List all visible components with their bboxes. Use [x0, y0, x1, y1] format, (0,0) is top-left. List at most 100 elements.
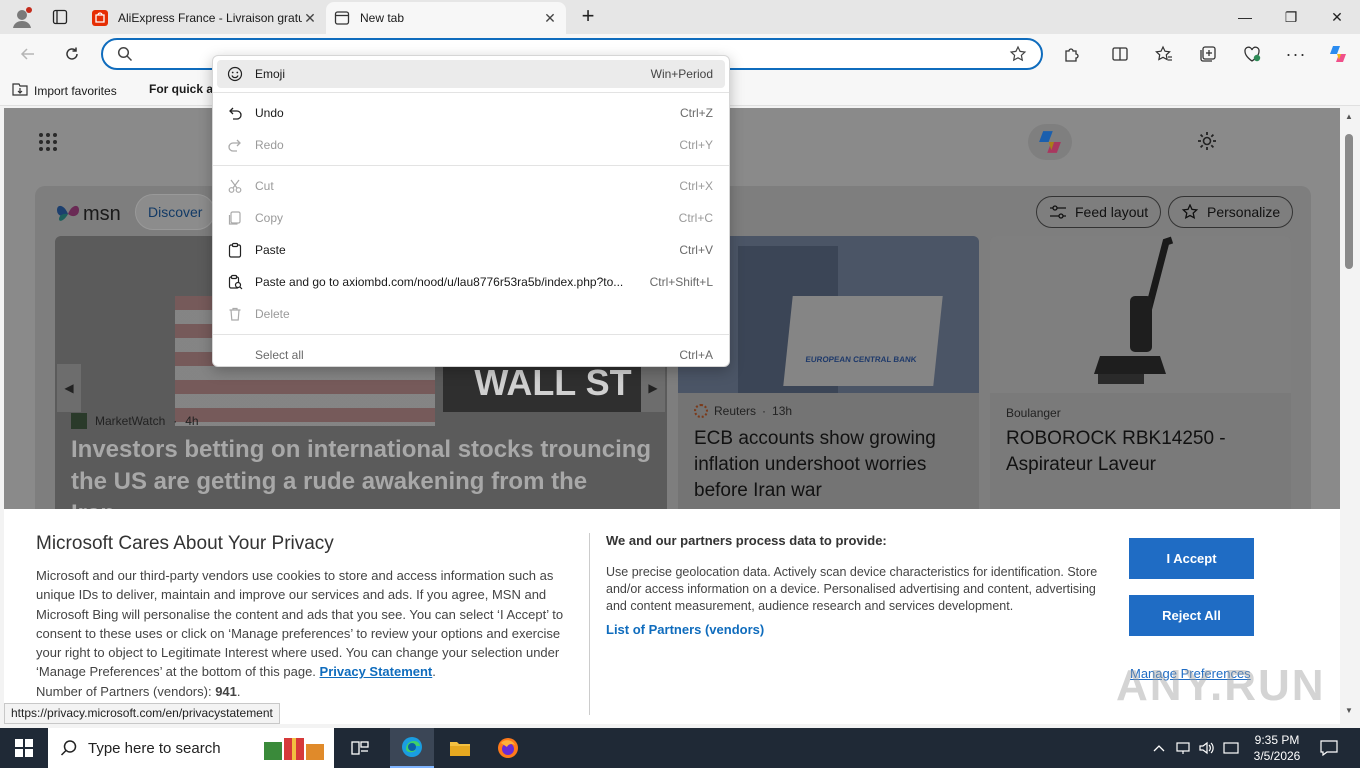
menu-separator	[213, 165, 729, 166]
notifications-icon[interactable]	[1314, 728, 1344, 768]
close-tab-icon[interactable]: ✕	[302, 10, 318, 27]
firefox-icon[interactable]	[488, 728, 528, 768]
menu-item-redo[interactable]: Redo Ctrl+Y	[213, 129, 729, 161]
context-menu: Emoji Win+Period Undo Ctrl+Z Redo Ctrl+Y…	[212, 55, 730, 367]
redo-icon	[227, 137, 243, 153]
menu-separator	[213, 92, 729, 93]
windows-taskbar: Type here to search 9:35 PM 3/5/2026	[0, 728, 1360, 768]
extensions-icon[interactable]	[1058, 40, 1086, 68]
carousel-prev-button[interactable]: ◀	[57, 364, 81, 412]
privacy-body: Microsoft and our third-party vendors us…	[36, 568, 564, 699]
search-highlight-gifts-icon	[262, 734, 328, 762]
carousel-next-button[interactable]: ▶	[641, 364, 665, 412]
page-scrollbar[interactable]: ▲ ▼	[1342, 108, 1356, 720]
tab-aliexpress[interactable]: AliExpress France - Livraison gratu ✕	[84, 2, 326, 34]
scroll-down-icon[interactable]: ▼	[1345, 706, 1353, 715]
vacuum-image	[990, 236, 1291, 393]
scrollbar-thumb[interactable]	[1345, 134, 1353, 269]
story-headline[interactable]: ROBOROCK RBK14250 - Aspirateur Laveur	[1006, 426, 1278, 478]
menu-item-undo[interactable]: Undo Ctrl+Z	[213, 97, 729, 129]
quick-access-hint: For quick ac	[149, 82, 220, 96]
close-window-button[interactable]: ✕	[1314, 0, 1360, 34]
menu-item-copy[interactable]: Copy Ctrl+C	[213, 202, 729, 234]
new-tab-favicon-icon	[334, 10, 350, 26]
show-hidden-icons-icon[interactable]	[1150, 728, 1168, 768]
task-view-icon[interactable]	[340, 728, 380, 768]
new-tab-button[interactable]: +	[578, 5, 598, 27]
menu-item-paste-and-go[interactable]: Paste and go to axiombd.com/nood/u/lau87…	[213, 266, 729, 298]
profile-avatar-icon[interactable]	[10, 6, 34, 30]
discover-tab[interactable]: Discover	[135, 194, 216, 230]
edge-taskbar-icon[interactable]	[390, 728, 434, 768]
tab-title: AliExpress France - Livraison gratu	[118, 11, 302, 25]
privacy-statement-link[interactable]: Privacy Statement	[320, 664, 433, 679]
apps-grid-icon[interactable]	[38, 132, 58, 155]
settings-gear-icon[interactable]	[1196, 130, 1218, 155]
feed-layout-button[interactable]: Feed layout	[1036, 196, 1162, 228]
ecb-sign: EUROPEAN CENTRAL BANK	[783, 296, 943, 386]
minimize-button[interactable]: —	[1222, 0, 1268, 34]
reject-all-button[interactable]: Reject All	[1129, 595, 1254, 636]
reuters-logo-icon	[694, 404, 708, 418]
data-processing-body: Use precise geolocation data. Actively s…	[606, 565, 1098, 638]
privacy-divider	[589, 533, 590, 715]
copy-icon	[227, 210, 243, 226]
personalize-button[interactable]: Personalize	[1168, 196, 1294, 228]
tab-new-tab[interactable]: New tab ✕	[326, 2, 566, 34]
clock[interactable]: 9:35 PM 3/5/2026	[1244, 728, 1310, 768]
tab-title: New tab	[360, 11, 405, 25]
sliders-icon	[1050, 205, 1066, 219]
scroll-up-icon[interactable]: ▲	[1345, 112, 1353, 121]
split-screen-icon[interactable]	[1106, 40, 1134, 68]
copilot-icon[interactable]	[1324, 40, 1352, 68]
back-icon[interactable]	[14, 40, 42, 68]
paste-go-icon	[227, 274, 243, 290]
menu-item-cut[interactable]: Cut Ctrl+X	[213, 170, 729, 202]
story-source: MarketWatch · 4h	[71, 413, 199, 429]
paste-icon	[227, 242, 243, 258]
aliexpress-favicon-icon	[92, 10, 108, 26]
search-icon	[117, 46, 133, 65]
menu-item-emoji[interactable]: Emoji Win+Period	[217, 60, 725, 88]
import-favorites-link[interactable]: Import favorites	[12, 82, 117, 99]
story-card-roborock[interactable]: Boulanger ROBOROCK RBK14250 - Aspirateur…	[990, 236, 1291, 536]
menu-item-delete[interactable]: Delete	[213, 298, 729, 330]
delete-icon	[227, 306, 243, 322]
personalize-icon	[1181, 204, 1199, 220]
cut-icon	[227, 178, 243, 194]
import-icon	[12, 82, 28, 99]
story-source: Reuters · 13h	[694, 404, 792, 418]
network-icon[interactable]	[1174, 728, 1192, 768]
favorites-icon[interactable]	[1150, 40, 1178, 68]
undo-icon	[227, 105, 243, 121]
browser-essentials-icon[interactable]	[1238, 40, 1266, 68]
accept-button[interactable]: I Accept	[1129, 538, 1254, 579]
msn-logo[interactable]: msn	[55, 202, 121, 226]
volume-icon[interactable]	[1198, 728, 1216, 768]
anyrun-watermark: ANY.RUN	[1116, 661, 1326, 710]
story-source: Boulanger	[1006, 406, 1061, 420]
taskbar-search-box[interactable]: Type here to search	[48, 728, 334, 768]
language-icon[interactable]	[1222, 728, 1240, 768]
collections-icon[interactable]	[1194, 40, 1222, 68]
story-headline[interactable]: ECB accounts show growing inflation unde…	[694, 426, 966, 504]
menu-separator	[213, 334, 729, 335]
marketwatch-logo-icon	[71, 413, 87, 429]
start-button[interactable]	[0, 728, 48, 768]
tab-actions-icon[interactable]	[52, 9, 68, 25]
search-icon	[60, 740, 77, 756]
status-bar-url: https://privacy.microsoft.com/en/privacy…	[4, 703, 280, 724]
close-tab-icon[interactable]: ✕	[542, 10, 558, 27]
refresh-icon[interactable]	[58, 40, 86, 68]
partners-list-link[interactable]: List of Partners (vendors)	[606, 621, 764, 638]
favorite-star-icon[interactable]	[1009, 45, 1027, 66]
menu-item-paste[interactable]: Paste Ctrl+V	[213, 234, 729, 266]
privacy-title: Microsoft Cares About Your Privacy	[36, 533, 334, 554]
menu-item-select-all[interactable]: Select all Ctrl+A	[213, 339, 729, 371]
copilot-search-icon[interactable]	[1028, 124, 1072, 160]
more-options-icon[interactable]: ···	[1282, 40, 1310, 68]
privacy-consent-banner: Microsoft Cares About Your Privacy Micro…	[4, 509, 1340, 724]
file-explorer-icon[interactable]	[440, 728, 480, 768]
tab-strip: AliExpress France - Livraison gratu ✕ Ne…	[0, 0, 1360, 34]
restore-button[interactable]: ❐	[1268, 0, 1314, 34]
